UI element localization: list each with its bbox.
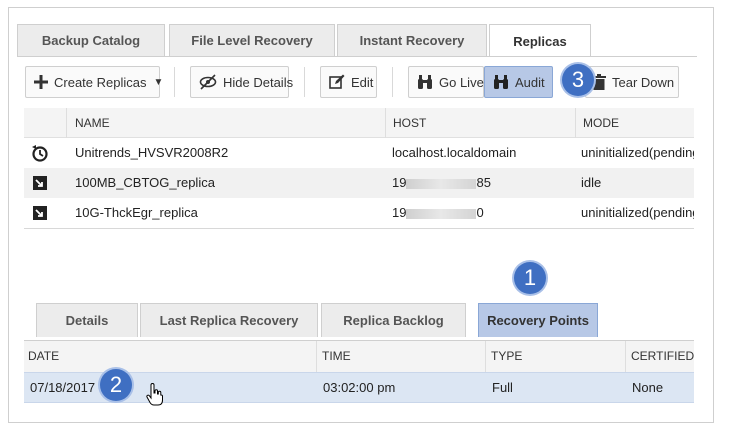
binoculars-icon [417,73,433,91]
edit-button[interactable]: Edit [320,66,377,98]
toolbar-divider [304,67,305,97]
column-header-name[interactable]: NAME [75,108,110,138]
replicas-toolbar: Create Replicas ▼ Hide Details Edit Go L… [17,56,697,108]
detail-tab-bar: Details Last Replica Recovery Replica Ba… [36,303,696,337]
plus-icon [34,73,48,91]
recovery-point-type: Full [492,380,513,395]
replica-mode: idle [581,175,602,190]
toolbar-divider [174,67,175,97]
column-divider [575,108,576,138]
host-prefix: 19 [392,175,407,190]
host-suffix: 0 [476,205,484,220]
replica-vm-icon [30,168,50,198]
tab-file-level-recovery[interactable]: File Level Recovery [169,24,335,56]
column-header-time[interactable]: TIME [322,341,351,372]
hide-details-button[interactable]: Hide Details [190,66,293,98]
callout-badge-1: 1 [514,262,546,294]
create-replicas-label: Create Replicas [54,74,147,90]
tab-recovery-points[interactable]: Recovery Points [478,303,598,337]
host-prefix: 19 [392,205,407,220]
recovery-points-header: DATE TIME TYPE CERTIFIED [24,341,694,372]
host-suffix: 85 [476,175,491,190]
column-divider [625,341,626,372]
binoculars-icon [493,73,509,91]
recovery-point-date: 07/18/2017 [30,380,96,395]
recovery-point-certified: None [632,380,664,395]
toolbar-divider [392,67,393,97]
hide-details-label: Hide Details [223,74,294,90]
column-divider [485,341,486,372]
replica-host: 19 0 [392,198,484,228]
column-header-mode[interactable]: MODE [583,108,619,138]
tab-details[interactable]: Details [36,303,138,337]
replica-mode: uninitialized(pending: [581,205,694,220]
replica-name: 100MB_CBTOG_replica [75,175,215,190]
callout-badge-2: 2 [100,369,132,401]
go-live-button[interactable]: Go Live [408,66,484,98]
column-divider [316,341,317,372]
column-header-certified[interactable]: CERTIFIED [631,341,694,372]
trash-icon [592,73,606,91]
replica-host: 19 85 [392,168,491,198]
edit-label: Edit [351,74,374,90]
tab-replicas[interactable]: Replicas [489,24,591,57]
table-row[interactable]: Unitrends_HVSVR2008R2 localhost.localdom… [24,138,694,168]
tab-backup-catalog[interactable]: Backup Catalog [17,24,165,56]
replica-vm-icon [30,198,50,228]
column-divider [66,108,67,138]
redacted-text [406,208,477,219]
eye-slash-icon [199,73,217,91]
table-row[interactable]: 100MB_CBTOG_replica 19 85 idle [24,168,694,198]
replica-mode: uninitialized(pending: [581,145,694,160]
top-tab-bar: Backup Catalog File Level Recovery Insta… [17,24,697,57]
replicas-table-header: NAME HOST MODE [24,108,694,138]
hand-cursor-icon [146,382,164,410]
tab-instant-recovery[interactable]: Instant Recovery [337,24,487,56]
audit-button[interactable]: Audit [484,66,553,98]
redacted-text [406,178,477,189]
replicas-table: NAME HOST MODE Unitrends_HVSVR2008R2 loc… [24,108,694,229]
create-replicas-button[interactable]: Create Replicas ▼ [25,66,163,98]
caret-down-icon: ▼ [153,76,164,88]
column-header-host[interactable]: HOST [393,108,426,138]
edit-icon [329,73,345,91]
callout-badge-3: 3 [562,64,594,96]
go-live-label: Go Live [439,74,484,90]
table-divider [24,228,694,229]
tear-down-button[interactable]: Tear Down [585,66,679,98]
column-header-type[interactable]: TYPE [491,341,522,372]
audit-label: Audit [515,74,545,90]
recovery-clock-icon [30,138,50,168]
tab-last-replica-recovery[interactable]: Last Replica Recovery [140,303,318,337]
replica-host: localhost.localdomain [392,145,517,160]
tab-replica-backlog[interactable]: Replica Backlog [321,303,466,337]
replica-name: Unitrends_HVSVR2008R2 [75,145,229,160]
replica-name: 10G-ThckEgr_replica [75,205,198,220]
column-divider [385,108,386,138]
tear-down-label: Tear Down [612,74,675,90]
recovery-point-time: 03:02:00 pm [323,380,396,395]
table-row[interactable]: 10G-ThckEgr_replica 19 0 uninitialized(pe… [24,198,694,228]
column-header-date[interactable]: DATE [28,341,59,372]
